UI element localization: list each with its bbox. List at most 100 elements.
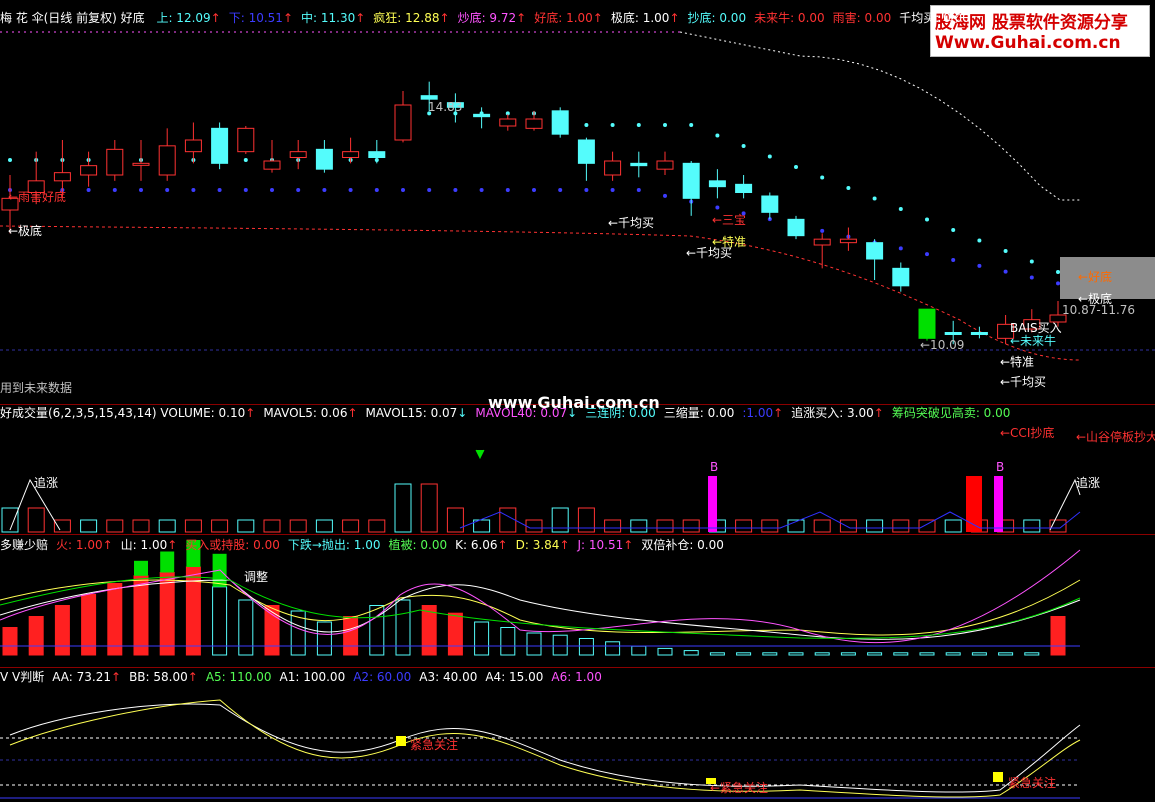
duozhuan-bar: [447, 612, 463, 656]
volume-bar: [237, 519, 255, 533]
candle-body: [918, 308, 936, 339]
candle-body: [289, 151, 307, 159]
lower-dot: [663, 193, 667, 198]
volume-bar: [106, 519, 124, 533]
candle-body: [420, 95, 438, 100]
upper-dot: [767, 154, 772, 159]
duozhuan-bar: [867, 652, 883, 656]
duozhuan-bar: [343, 616, 359, 656]
main-indicator-5: 好底: 1.00↑: [534, 11, 603, 25]
upper-dot: [243, 158, 248, 162]
volume-bar: [892, 519, 910, 533]
candle-body: [184, 139, 202, 153]
duozhuan-bar: [971, 652, 987, 656]
candle-body: [368, 151, 386, 159]
duozhuan-bar: [159, 572, 175, 656]
candle-body: [473, 113, 491, 118]
volume-bar: [813, 519, 831, 533]
candle-body: [604, 160, 622, 176]
candle-body: [735, 183, 753, 193]
volume-bar: [263, 519, 281, 533]
trend-arrow-icon: ↑: [439, 11, 450, 25]
lower-dot: [584, 188, 589, 192]
vv-indicator-1: AA: 73.21↑: [52, 670, 122, 684]
volume-indicator-8: 筹码突破见高卖: 0.00: [891, 406, 1011, 420]
volume-bar: [394, 483, 412, 533]
candle-body: [132, 162, 150, 166]
volume-bar: [735, 519, 753, 533]
duozhuan-bar: [709, 652, 725, 656]
candle-body: [525, 118, 543, 129]
lower-dot: [217, 188, 222, 192]
trend-arrow-icon: ↑: [282, 11, 294, 25]
panel3-annotation-0: 调整: [244, 570, 269, 584]
lower-dot: [348, 188, 353, 192]
trend-arrow-icon: ↑: [347, 406, 358, 420]
panel1-annotation-6: ←好底: [1078, 270, 1113, 284]
main-indicator-4: 炒底: 9.72↑: [457, 11, 527, 25]
lower-dot: [479, 188, 484, 192]
lower-dot: [374, 188, 379, 192]
panel2-annotation-2: 追涨: [34, 476, 59, 490]
duozhuan-indicator-6: K: 6.06↑: [455, 538, 508, 552]
duozhuan-bar: [264, 605, 280, 656]
candle-body: [394, 104, 412, 141]
duozhuan-bar: [736, 652, 752, 656]
volume-bar: [1, 507, 19, 533]
candle-body: [839, 238, 857, 244]
upper-dot: [8, 158, 12, 162]
volume-bar: [630, 519, 648, 533]
candle-body: [106, 148, 124, 176]
panel1-annotation-2: ←千均买: [608, 216, 655, 230]
volume-bar: [761, 519, 779, 533]
upper-dot: [872, 196, 877, 201]
volume-bar: [53, 519, 71, 533]
panel4-annotation-0: 紧急关注: [410, 738, 459, 752]
trend-arrow-icon: ↓: [457, 406, 468, 420]
volume-bar: [342, 519, 360, 533]
duozhuan-bar: [683, 650, 699, 656]
duozhuan-bar: [28, 616, 44, 656]
vv-indicator-0: V V判断: [0, 670, 45, 684]
duozhuan-bar: [788, 652, 804, 656]
volume-bar: [211, 519, 229, 533]
volume-bar: [446, 507, 464, 533]
volume-bar: [682, 519, 700, 533]
candle-body: [158, 145, 176, 176]
volume-indicator-1: MAVOL5: 0.06↑: [263, 406, 358, 420]
main-indicator-6: 极底: 1.00↑: [610, 11, 680, 25]
candle-body: [342, 151, 360, 159]
main-chart-title: 梅 花 伞(日线 前复权) 好底: [0, 11, 145, 25]
trend-arrow-icon: ↑: [355, 11, 366, 25]
duozhuan-bar: [212, 586, 228, 656]
down-arrow-icon: [475, 449, 485, 460]
lower-dot: [1029, 275, 1034, 280]
volume-indicator-2: MAVOL15: 0.07↓: [365, 406, 468, 420]
vv-indicator-2: BB: 58.00↑: [129, 670, 198, 684]
volume-bar: [315, 519, 333, 533]
lower-dot: [820, 228, 825, 233]
vv-indicator-bar: V V判断 AA: 73.21↑ BB: 58.00↑ A5: 110.00 A1: 1…: [0, 669, 618, 685]
duozhuan-bar: [54, 605, 70, 656]
duozhuan-bar: [395, 599, 411, 656]
lower-dot: [322, 188, 327, 192]
panel1-annotation-12: 14.83: [428, 100, 463, 114]
main-indicator-8: 未来牛: 0.00: [754, 11, 825, 25]
upper-dot: [1003, 249, 1008, 253]
qianjun-line: [0, 225, 1081, 361]
volume-bar: [158, 519, 176, 533]
sell-signal-bar: [966, 476, 982, 532]
trend-arrow-icon: ↑: [102, 538, 113, 552]
logo-url: Www.Guhai.com.cn: [935, 33, 1121, 53]
duozhuan-bar: [107, 583, 123, 656]
duozhuan-bar: [840, 652, 856, 656]
duozhuan-bar: [919, 652, 935, 656]
upper-dot: [925, 217, 929, 222]
volume-bar: [1023, 519, 1041, 533]
panel1-annotation-0: ←雨害好底: [8, 190, 67, 204]
panel2-annotation-1: ←山谷停板抄大: [1076, 430, 1155, 444]
duozhuan-indicator-9: 双倍补仓: 0.00: [641, 538, 724, 552]
duozhuan-bar: [605, 641, 621, 656]
main-indicator-1: 下: 10.51↑: [228, 11, 294, 25]
candle-body: [970, 332, 988, 335]
